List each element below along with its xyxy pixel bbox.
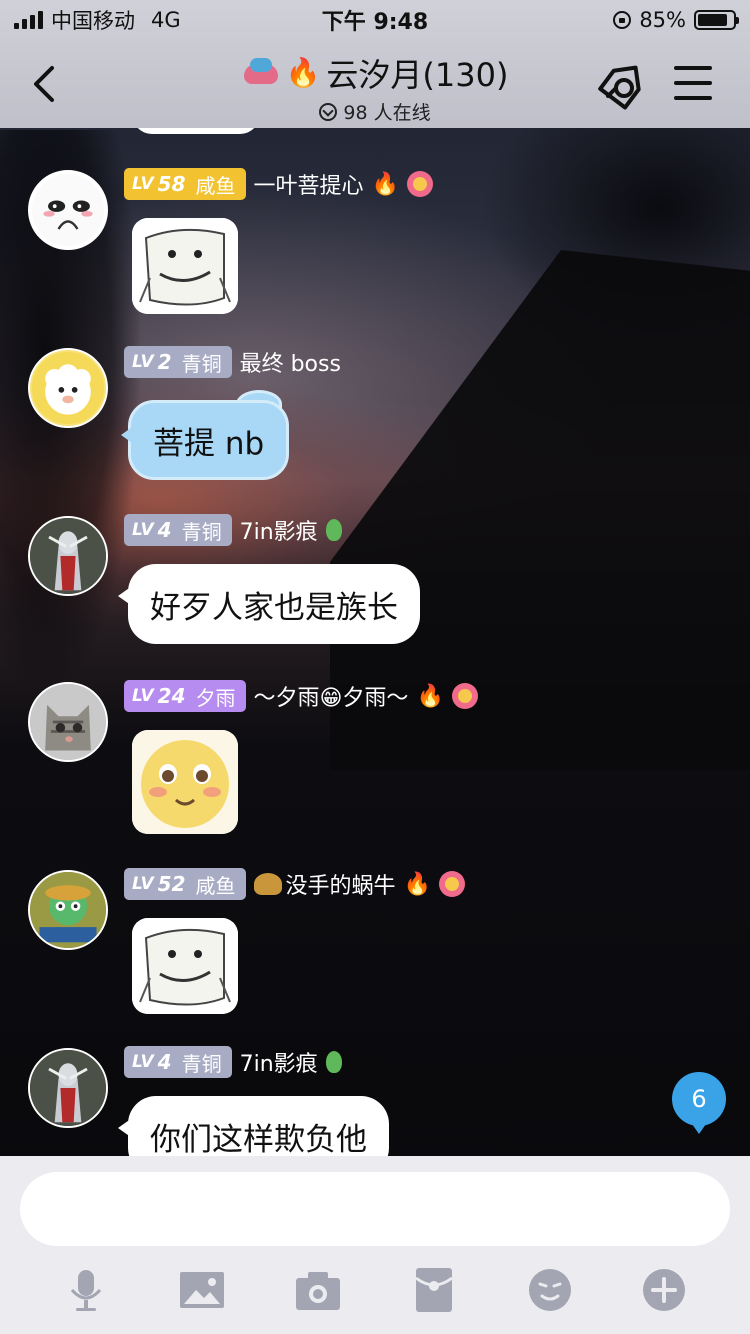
sticker-image[interactable]	[132, 218, 238, 314]
sender-name[interactable]: 没手的蜗牛	[286, 868, 396, 900]
chat-message-list[interactable]: LV 58 咸鱼 一叶菩提心 🔥 LV 2 青铜 最终 boss 菩提 nb L…	[0, 128, 750, 1156]
sender-name[interactable]: 一叶菩提心	[254, 168, 364, 200]
level-badge: LV 24 夕雨	[124, 680, 246, 712]
emoji-icon	[529, 1269, 571, 1311]
chevron-down-icon	[319, 102, 338, 121]
avatar[interactable]	[28, 170, 108, 250]
message-bubble[interactable]: 好歹人家也是族长	[118, 564, 420, 644]
signal-icon	[14, 11, 43, 29]
group-icon	[242, 56, 280, 90]
status-bar: 中国移动 4G 下午 9:48 85%	[0, 0, 750, 40]
battery-icon	[694, 10, 739, 30]
image-button[interactable]	[178, 1266, 226, 1314]
level-badge: LV 4 青铜	[124, 514, 232, 546]
menu-button[interactable]	[674, 66, 712, 100]
fire-icon: 🔥	[416, 683, 444, 709]
sticker-image[interactable]	[132, 918, 238, 1014]
carrier-name: 中国移动	[51, 9, 135, 33]
level-badge: LV 2 青铜	[124, 346, 232, 378]
mic-icon	[70, 1270, 102, 1311]
sender-name[interactable]: 最终 boss	[240, 346, 341, 378]
sprout-badge-icon	[325, 519, 342, 541]
plus-icon	[643, 1269, 685, 1311]
sender-info: LV 2 青铜 最终 boss	[124, 346, 341, 378]
network-type: 4G	[151, 8, 181, 32]
message-input[interactable]	[20, 1172, 730, 1246]
message-text: 菩提 nb	[153, 425, 265, 462]
sender-name[interactable]: ～夕雨😁夕雨～	[254, 680, 409, 712]
menu-icon	[674, 66, 712, 70]
camera-icon	[296, 1272, 340, 1310]
sender-info: LV 24 夕雨 ～夕雨😁夕雨～ 🔥	[124, 680, 478, 712]
avatar[interactable]	[28, 1048, 108, 1128]
tag-button[interactable]	[594, 60, 646, 112]
level-badge: LV 52 咸鱼	[124, 868, 246, 900]
flower-badge-icon	[438, 871, 465, 897]
fire-icon: 🔥	[403, 871, 431, 897]
tag-icon	[598, 65, 641, 110]
sender-name[interactable]: 7in影痕	[240, 1046, 318, 1078]
nav-header: 中国移动 4G 下午 9:48 85% 🔥 云汐月(130) 98 人在线	[0, 0, 750, 128]
snail-icon	[253, 873, 282, 895]
camera-button[interactable]	[294, 1266, 342, 1314]
avatar[interactable]	[28, 682, 108, 762]
sender-name[interactable]: 7in影痕	[240, 514, 318, 546]
level-badge: LV 4 青铜	[124, 1046, 232, 1078]
level-badge: LV 58 咸鱼	[124, 168, 246, 200]
image-icon	[180, 1272, 224, 1308]
input-bar	[0, 1156, 750, 1334]
message-bubble[interactable]: 你们这样欺负他	[118, 1096, 389, 1157]
message-bubble[interactable]: 菩提 nb	[120, 400, 290, 480]
previous-message-bubble	[132, 128, 260, 134]
avatar[interactable]	[28, 516, 108, 596]
sender-info: LV 4 青铜 7in影痕	[124, 514, 342, 546]
avatar[interactable]	[28, 348, 108, 428]
flower-badge-icon	[406, 171, 433, 197]
more-button[interactable]	[640, 1266, 688, 1314]
flower-badge-icon	[451, 683, 478, 709]
message-text: 好歹人家也是族长	[150, 589, 398, 626]
message-text: 你们这样欺负他	[150, 1121, 367, 1157]
online-count: 98 人在线	[343, 102, 431, 124]
sticker-image[interactable]	[132, 730, 238, 834]
red-packet-button[interactable]	[410, 1266, 458, 1314]
fire-icon: 🔥	[371, 171, 399, 197]
rotation-lock-icon	[613, 11, 632, 29]
sprout-badge-icon	[325, 1051, 342, 1073]
sender-info: LV 52 咸鱼 没手的蜗牛 🔥	[124, 868, 465, 900]
sender-info: LV 58 咸鱼 一叶菩提心 🔥	[124, 168, 433, 200]
voice-button[interactable]	[62, 1266, 110, 1314]
emoji-button[interactable]	[526, 1266, 574, 1314]
avatar[interactable]	[28, 870, 108, 950]
unread-count-badge[interactable]: 6	[672, 1072, 726, 1134]
red-packet-icon	[415, 1268, 453, 1312]
group-title: 云汐月(130)	[326, 56, 509, 94]
fire-icon: 🔥	[285, 56, 321, 89]
battery-percent: 85%	[639, 8, 686, 32]
sender-info: LV 4 青铜 7in影痕	[124, 1046, 342, 1078]
